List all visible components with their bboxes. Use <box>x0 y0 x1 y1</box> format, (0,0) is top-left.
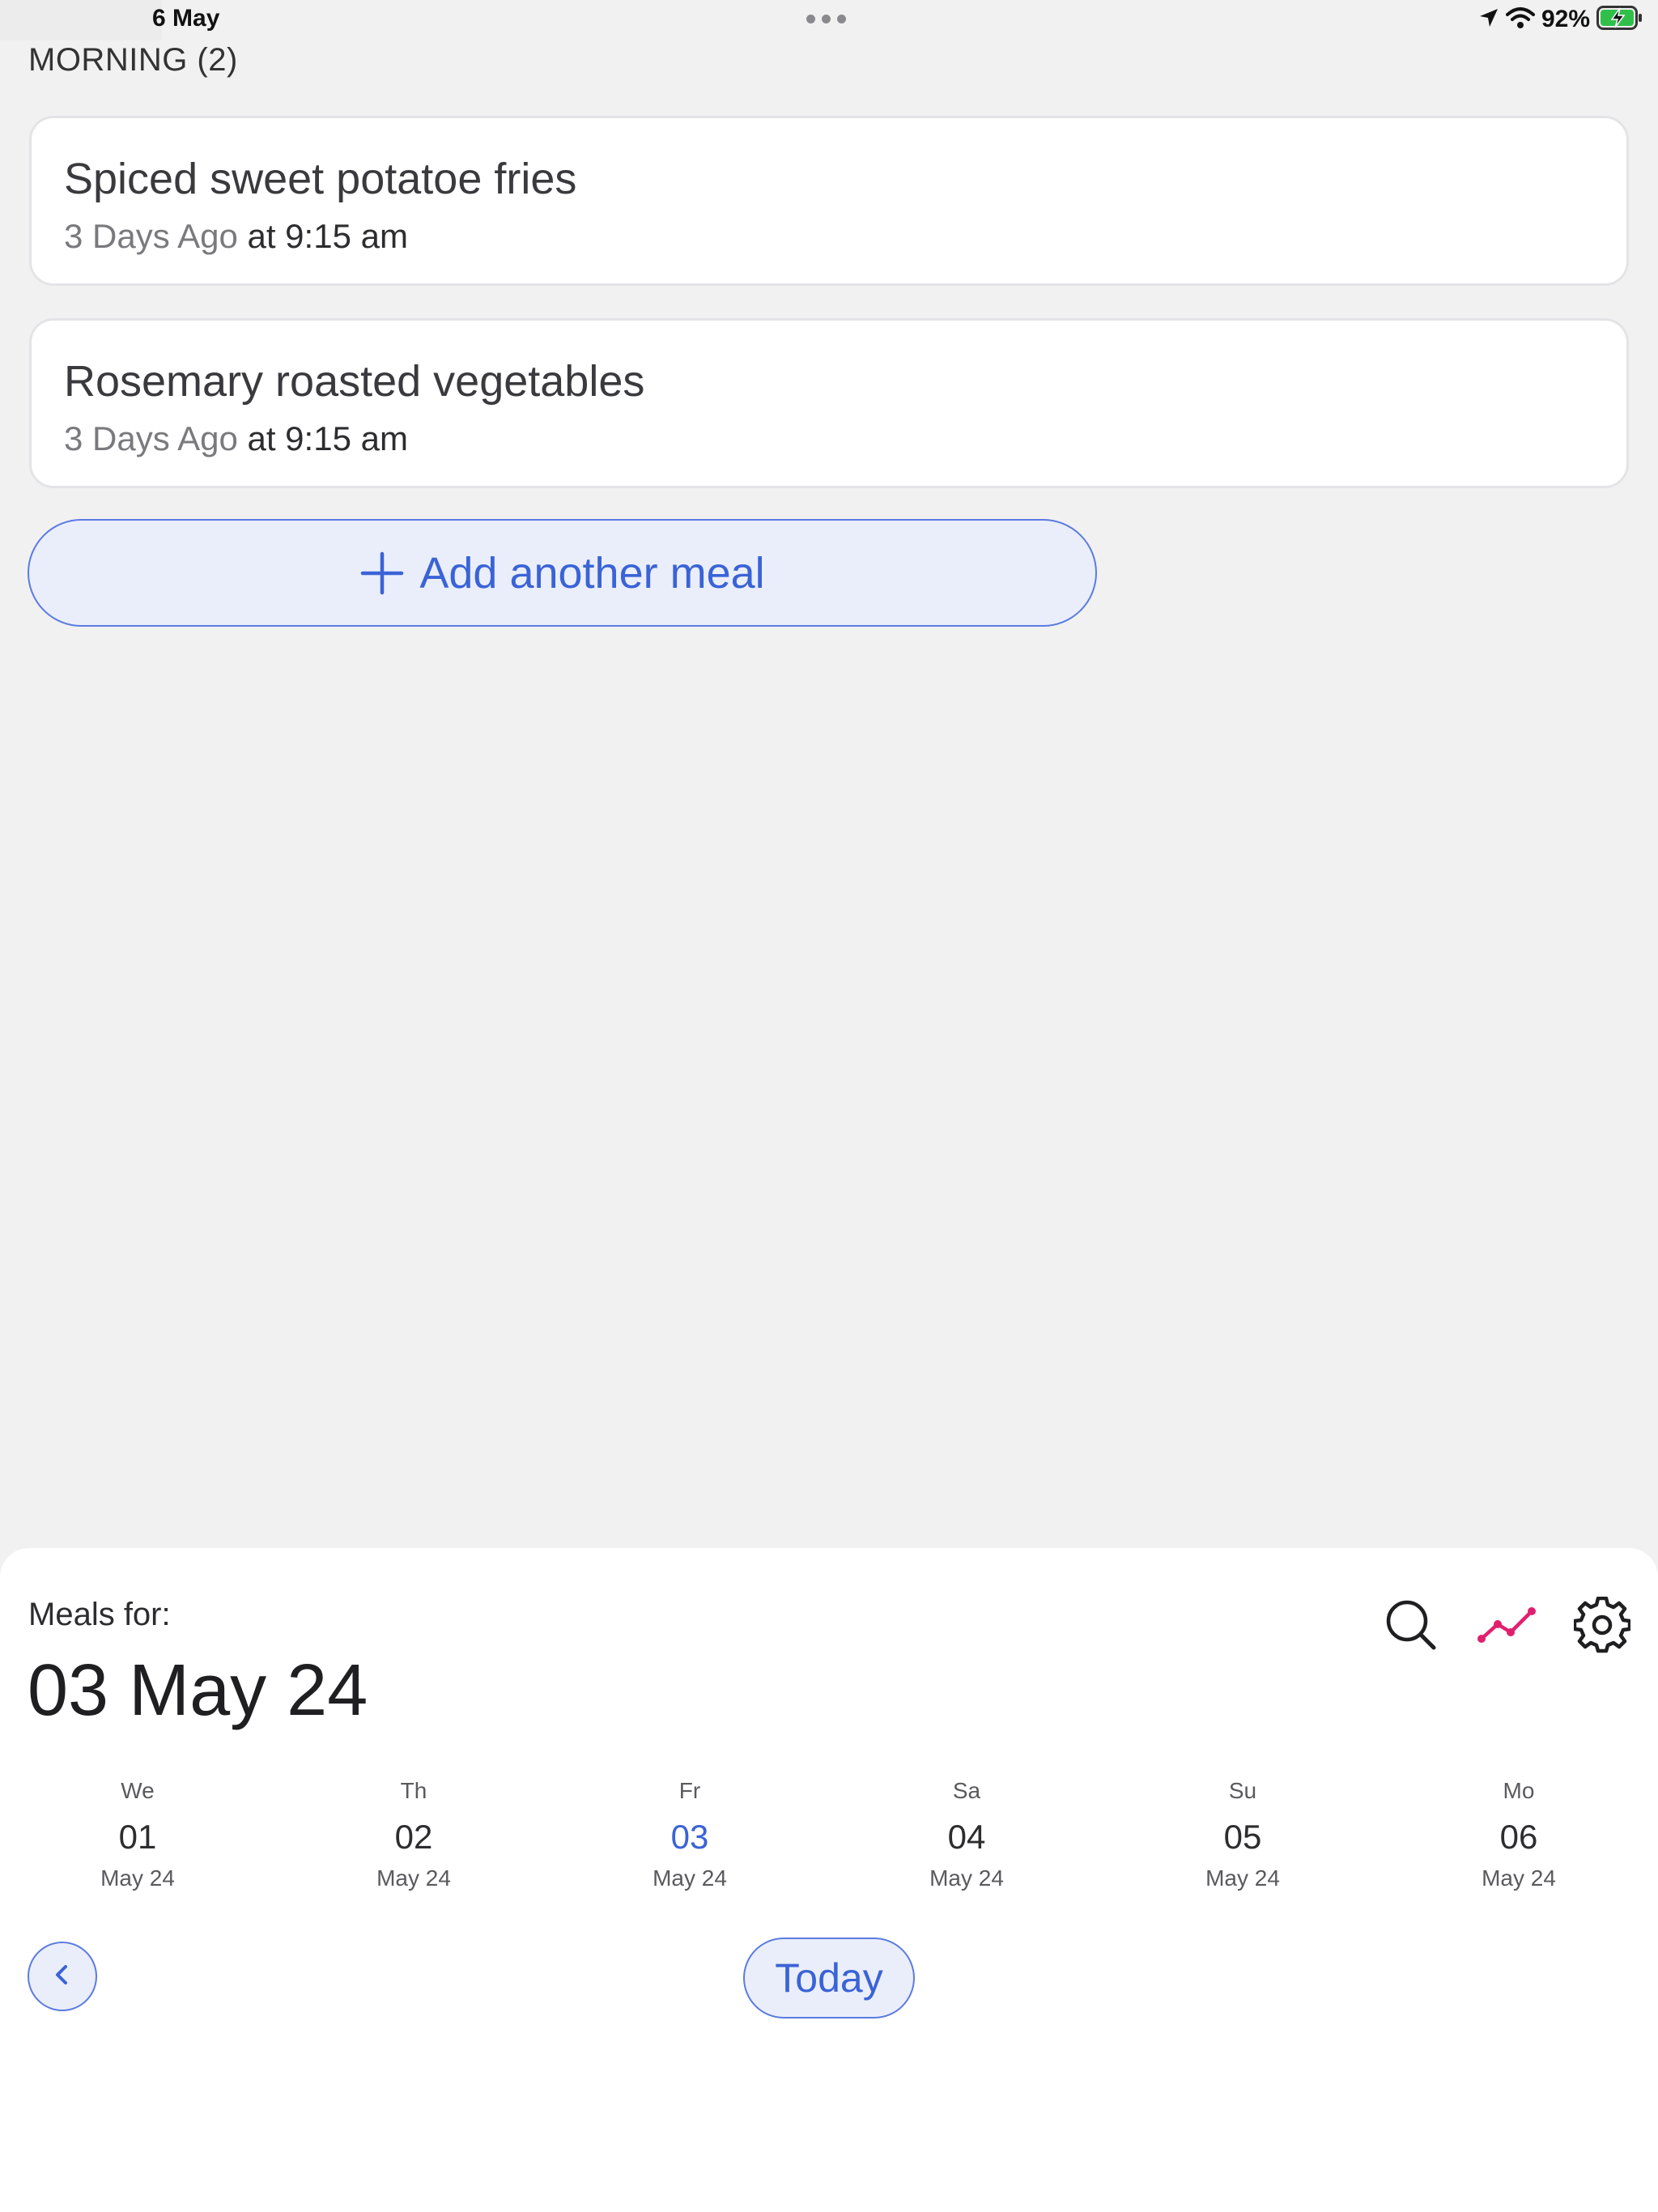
day-number: 06 <box>1499 1818 1538 1856</box>
date-picker-sheet: Meals for: 03 May 24 We 01 May 24 Th 02 … <box>0 1548 1658 2212</box>
day-number: 01 <box>118 1818 157 1856</box>
meal-time: 3 Days Ago at 9:15 am <box>64 419 408 458</box>
search-button[interactable] <box>1381 1597 1441 1657</box>
day-of-week: Fr <box>678 1778 701 1803</box>
day-cell-selected[interactable]: Fr 03 May 24 <box>609 1775 771 1896</box>
day-month: May 24 <box>376 1865 451 1891</box>
status-date: 6 May <box>152 5 220 32</box>
meal-name: Spiced sweet potatoe fries <box>64 155 577 203</box>
add-another-meal-button[interactable]: Add another meal <box>28 519 1097 627</box>
add-another-meal-label: Add another meal <box>419 548 765 598</box>
battery-charging-icon <box>1596 5 1643 34</box>
day-of-week: Sa <box>952 1778 981 1803</box>
today-button[interactable]: Today <box>743 1938 915 2018</box>
status-bar: 6 May 92% <box>0 0 1658 40</box>
day-of-week: Mo <box>1503 1778 1535 1803</box>
multitasking-dots-icon[interactable] <box>806 15 846 23</box>
day-cell[interactable]: Th 02 May 24 <box>333 1775 495 1896</box>
sheet-toolbar <box>1381 1596 1632 1657</box>
day-number: 03 <box>670 1818 709 1856</box>
day-strip: We 01 May 24 Th 02 May 24 Fr 03 May 24 S… <box>0 1775 1658 1896</box>
day-of-week: Su <box>1228 1778 1257 1803</box>
meal-clock-time: at 9:15 am <box>247 419 408 457</box>
meal-card[interactable]: Rosemary roasted vegetables 3 Days Ago a… <box>29 318 1629 488</box>
plus-icon <box>359 551 405 596</box>
current-date-title: 03 May 24 <box>28 1650 368 1731</box>
day-number: 04 <box>947 1818 986 1856</box>
section-title-morning: MORNING (2) <box>28 42 238 78</box>
meal-time: 3 Days Ago at 9:15 am <box>64 217 408 256</box>
day-month: May 24 <box>100 1865 175 1891</box>
meal-card[interactable]: Spiced sweet potatoe fries 3 Days Ago at… <box>29 116 1629 286</box>
day-month: May 24 <box>1482 1865 1556 1891</box>
status-bar-mask <box>0 0 162 40</box>
trends-button[interactable] <box>1477 1597 1537 1657</box>
day-of-week: Th <box>400 1778 427 1803</box>
status-indicators: 92% <box>1478 5 1643 34</box>
day-month: May 24 <box>653 1865 727 1891</box>
meal-relative-date: 3 Days Ago <box>64 419 238 457</box>
day-cell[interactable]: Su 05 May 24 <box>1162 1775 1324 1896</box>
trend-chart-icon <box>1477 1605 1537 1649</box>
location-arrow-icon <box>1478 7 1499 32</box>
previous-week-button[interactable] <box>28 1942 97 2011</box>
day-cell[interactable]: Sa 04 May 24 <box>886 1775 1048 1896</box>
day-number: 02 <box>394 1818 433 1856</box>
meal-relative-date: 3 Days Ago <box>64 217 238 255</box>
day-cell[interactable]: We 01 May 24 <box>57 1775 219 1896</box>
day-month: May 24 <box>929 1865 1004 1891</box>
day-cell[interactable]: Mo 06 May 24 <box>1438 1775 1600 1896</box>
day-number: 05 <box>1223 1818 1262 1856</box>
chevron-left-icon <box>50 1963 74 1991</box>
gear-icon <box>1572 1596 1632 1657</box>
meal-name: Rosemary roasted vegetables <box>64 357 645 406</box>
search-icon <box>1384 1597 1439 1657</box>
battery-percent: 92% <box>1541 6 1590 32</box>
meals-for-label: Meals for: <box>28 1597 171 1632</box>
day-month: May 24 <box>1205 1865 1280 1891</box>
wifi-icon <box>1505 6 1535 33</box>
meal-clock-time: at 9:15 am <box>247 217 408 255</box>
day-of-week: We <box>121 1778 155 1803</box>
settings-button[interactable] <box>1572 1596 1632 1657</box>
